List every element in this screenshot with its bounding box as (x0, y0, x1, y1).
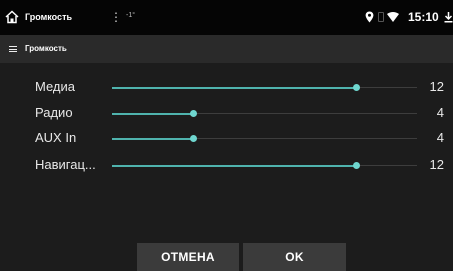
slider-fill (112, 86, 356, 89)
volume-slider-navigation[interactable] (112, 162, 417, 169)
temperature: -1° (126, 12, 136, 19)
page-title: Громкость (25, 44, 67, 53)
wifi-icon (387, 12, 399, 22)
location-icon (365, 11, 374, 23)
slider-fill (112, 164, 356, 167)
volume-slider-aux[interactable] (112, 135, 417, 142)
clock: 15:10 (408, 10, 439, 24)
slider-row-media: Медиа 12 (0, 76, 453, 98)
volume-slider-radio[interactable] (112, 110, 417, 117)
cancel-button[interactable]: ОТМЕНА (137, 243, 239, 271)
slider-label: AUX In (35, 130, 77, 145)
hamburger-menu-icon[interactable] (9, 46, 17, 52)
slider-thumb[interactable] (353, 162, 360, 169)
slider-row-aux: AUX In 4 (0, 127, 453, 149)
dialog-buttons: ОТМЕНА OK (0, 243, 453, 271)
download-icon (444, 12, 453, 23)
slider-fill (112, 112, 194, 115)
slider-thumb[interactable] (190, 135, 198, 142)
slider-row-navigation: Навигац... 12 (0, 154, 453, 176)
slider-label: Радио (35, 105, 73, 120)
slider-thumb[interactable] (190, 110, 198, 117)
overflow-menu-icon[interactable]: ⋮ (110, 11, 122, 23)
volume-panel: Медиа 12 Радио 4 AUX In 4 Навигац... 12 (0, 63, 453, 271)
status-bar: Громкость ⋮ -1° 15:10 (0, 0, 453, 35)
slider-value: 4 (436, 105, 444, 120)
home-icon[interactable] (5, 10, 19, 24)
slider-thumb[interactable] (353, 84, 360, 91)
slider-row-radio: Радио 4 (0, 102, 453, 124)
slider-fill (112, 137, 194, 140)
app-bar: Громкость (0, 35, 453, 63)
slider-value: 4 (436, 130, 444, 145)
battery-icon (378, 12, 384, 22)
volume-slider-media[interactable] (112, 84, 417, 91)
slider-label: Медиа (35, 79, 75, 94)
slider-value: 12 (429, 79, 444, 94)
slider-label: Навигац... (35, 157, 96, 172)
ok-button[interactable]: OK (243, 243, 346, 271)
slider-value: 12 (429, 157, 444, 172)
status-title: Громкость (25, 12, 73, 22)
